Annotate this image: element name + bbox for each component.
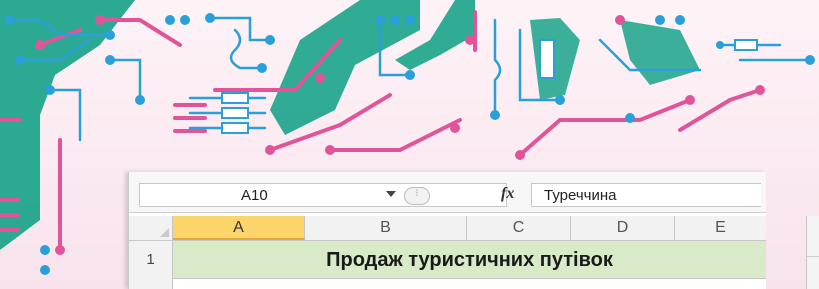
insert-function-icon[interactable]: fx <box>501 185 514 203</box>
row-header-2[interactable] <box>129 279 173 289</box>
cell-reference: A10 <box>241 187 268 204</box>
formula-bar: A10 ⁝ fx Туреччина <box>129 172 766 213</box>
title-cell[interactable]: Продаж туристичних путівок <box>173 241 766 279</box>
formula-value: Туреччина <box>544 187 617 204</box>
select-all-icon <box>160 228 169 237</box>
column-header-e[interactable]: E <box>675 216 766 240</box>
second-spreadsheet-edge <box>806 216 819 289</box>
row-header-1[interactable]: 1 <box>129 241 173 279</box>
spreadsheet-window: A10 ⁝ fx Туреччина A B C D E 1 Продаж ту… <box>128 172 766 289</box>
table-row <box>129 279 766 289</box>
column-header-c[interactable]: C <box>467 216 571 240</box>
column-headers: A B C D E <box>129 216 766 241</box>
column-header-d[interactable]: D <box>571 216 675 240</box>
column-header-b[interactable]: B <box>305 216 467 240</box>
column-header-a[interactable]: A <box>173 216 305 240</box>
table-row: 1 Продаж туристичних путівок <box>129 241 766 279</box>
name-box[interactable]: A10 ⁝ <box>139 183 507 207</box>
resize-handle-icon[interactable]: ⁝ <box>404 187 430 205</box>
chevron-down-icon[interactable] <box>386 191 396 197</box>
divider <box>807 256 819 257</box>
select-all-button[interactable] <box>129 216 173 240</box>
formula-input[interactable]: Туреччина <box>531 183 761 207</box>
